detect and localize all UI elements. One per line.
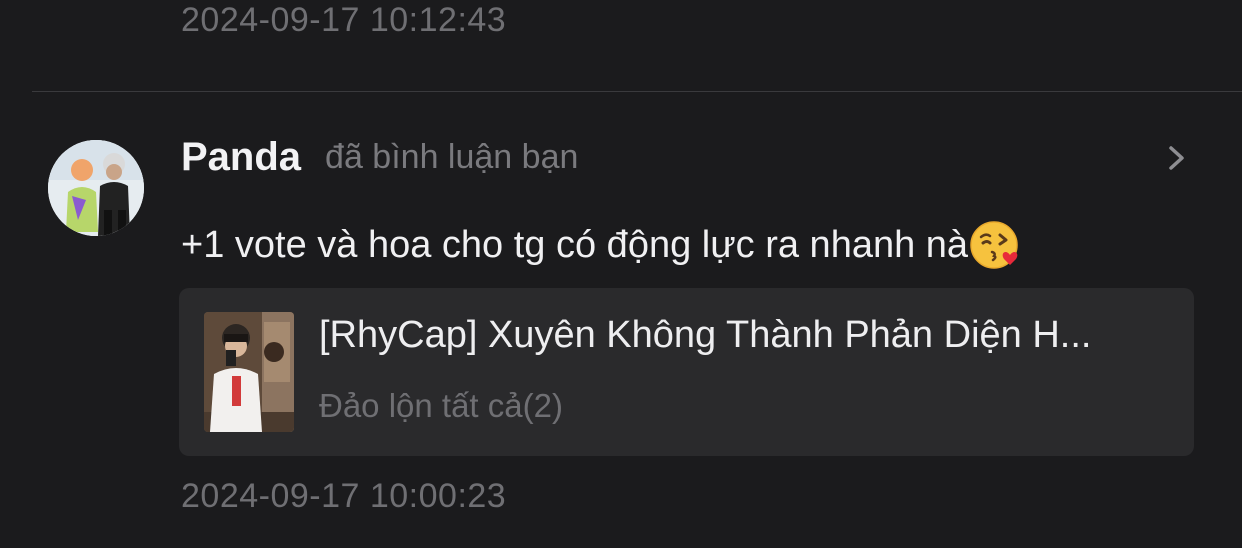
story-cover-thumbnail bbox=[204, 312, 294, 432]
divider bbox=[32, 91, 1242, 92]
action-text: đã bình luận bạn bbox=[325, 137, 579, 176]
chevron-right-icon[interactable] bbox=[1160, 140, 1194, 176]
comment-text-row: +1 vote và hoa cho tg có động lực ra nha… bbox=[181, 218, 1022, 272]
notification-header: Panda đã bình luận bạn bbox=[181, 130, 578, 184]
story-card[interactable]: [RhyCap] Xuyên Không Thành Phản Diện H..… bbox=[179, 288, 1194, 456]
user-avatar[interactable] bbox=[48, 140, 144, 236]
comment-text: +1 vote và hoa cho tg có động lực ra nha… bbox=[181, 224, 969, 266]
username[interactable]: Panda bbox=[181, 135, 301, 180]
kissing-face-with-heart-emoji-icon bbox=[970, 219, 1022, 271]
notification-timestamp: 2024-09-17 10:00:23 bbox=[181, 477, 507, 515]
story-subtitle: Đảo lộn tất cả(2) bbox=[319, 387, 563, 424]
story-title: [RhyCap] Xuyên Không Thành Phản Diện H..… bbox=[319, 314, 1092, 356]
avatar-image bbox=[48, 140, 144, 236]
previous-notification-timestamp: 2024-09-17 10:12:43 bbox=[181, 1, 507, 39]
notification-page: 2024-09-17 10:12:43 Panda đã bình luận b… bbox=[0, 0, 1242, 548]
